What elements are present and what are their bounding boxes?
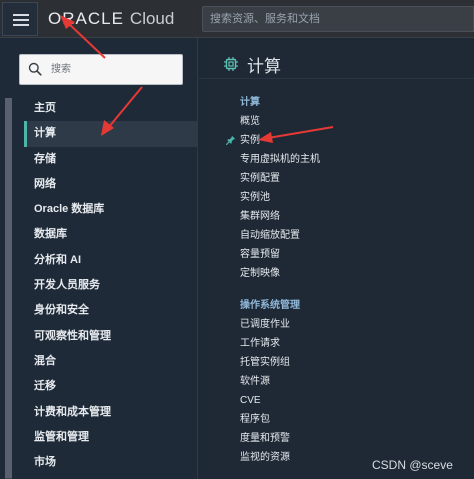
nav-item-identity-security[interactable]: 身份和安全	[24, 298, 198, 323]
section-header: 计算	[240, 97, 260, 108]
nav-item-databases[interactable]: 数据库	[24, 222, 198, 247]
submenu-item-cluster-networks[interactable]: 集群网络	[240, 207, 460, 226]
hamburger-menu-icon[interactable]	[2, 2, 38, 36]
submenu-title: 计算	[247, 56, 281, 76]
submenu-item-packages[interactable]: 程序包	[240, 410, 460, 429]
submenu-item-managed-instance-groups[interactable]: 托管实例组	[240, 353, 460, 372]
nav-item-analytics-ai[interactable]: 分析和 AI	[24, 248, 198, 273]
section-compute: 计算 概览 实例 专用虚拟机的主机 实例配置 实例池 集群网络 自动缩放配置 容…	[226, 94, 460, 283]
nav-item-home[interactable]: 主页	[24, 96, 198, 121]
nav-list: 主页 计算 存储 网络 Oracle 数据库 数据库 分析和 AI 开发人员服务…	[24, 96, 198, 475]
submenu-item-capacity-reservations[interactable]: 容量预留	[240, 245, 460, 264]
menu-search-input[interactable]: 搜索	[19, 54, 183, 85]
submenu-item-software-sources[interactable]: 软件源	[240, 372, 460, 391]
scrollbar-thumb[interactable]	[5, 98, 12, 478]
section-os-management: 操作系统管理 已调度作业 工作请求 托管实例组 软件源 CVE 程序包 度量和预…	[240, 297, 460, 467]
nav-item-marketplace[interactable]: 市场	[24, 450, 198, 475]
submenu-item-overview[interactable]: 概览	[240, 112, 460, 131]
nav-item-developer-services[interactable]: 开发人员服务	[24, 273, 198, 298]
section-header: 操作系统管理	[240, 300, 300, 311]
submenu-item-label: 实例	[240, 135, 260, 146]
watermark: CSDN @sceve	[372, 458, 453, 472]
compute-chip-icon	[224, 57, 238, 71]
nav-item-networking[interactable]: 网络	[24, 172, 198, 197]
menu-search-placeholder: 搜索	[51, 64, 71, 75]
nav-item-migration[interactable]: 迁移	[24, 374, 198, 399]
submenu-item-work-requests[interactable]: 工作请求	[240, 334, 460, 353]
nav-item-oracle-database[interactable]: Oracle 数据库	[24, 197, 198, 222]
brand-cloud: Cloud	[129, 9, 175, 28]
top-bar: ORACLE Cloud 搜索资源、服务和文档	[0, 0, 474, 38]
submenu-header: 计算	[223, 52, 281, 76]
nav-item-compute[interactable]: 计算	[24, 121, 198, 147]
brand-logo[interactable]: ORACLE Cloud	[48, 8, 174, 30]
submenu-item-cve[interactable]: CVE	[240, 391, 460, 410]
global-search-input[interactable]: 搜索资源、服务和文档	[202, 6, 474, 32]
nav-item-billing[interactable]: 计费和成本管理	[24, 400, 198, 425]
submenu-item-instance-configurations[interactable]: 实例配置	[240, 169, 460, 188]
submenu-item-instance-pools[interactable]: 实例池	[240, 188, 460, 207]
nav-item-observability[interactable]: 可观察性和管理	[24, 324, 198, 349]
submenu-item-metrics-alarms[interactable]: 度量和预警	[240, 429, 460, 448]
submenu-item-scheduled-jobs[interactable]: 已调度作业	[240, 315, 460, 334]
submenu-item-autoscaling[interactable]: 自动缩放配置	[240, 226, 460, 245]
nav-item-governance[interactable]: 监管和管理	[24, 425, 198, 450]
submenu-panel: 计算 计算 概览 实例 专用虚拟机的主机 实例配置 实例池 集群网络 自动缩放配…	[199, 38, 474, 479]
divider	[199, 78, 474, 79]
search-icon	[28, 62, 42, 76]
submenu-item-custom-images[interactable]: 定制映像	[240, 264, 460, 283]
submenu-item-dedicated-hosts[interactable]: 专用虚拟机的主机	[240, 150, 460, 169]
submenu-item-instances[interactable]: 实例	[226, 131, 460, 150]
pin-icon[interactable]	[226, 135, 236, 145]
nav-item-hybrid[interactable]: 混合	[24, 349, 198, 374]
nav-item-storage[interactable]: 存储	[24, 147, 198, 172]
navigation-menu: 搜索 主页 计算 存储 网络 Oracle 数据库 数据库 分析和 AI 开发人…	[0, 38, 198, 479]
brand-oracle: ORACLE	[48, 9, 124, 28]
